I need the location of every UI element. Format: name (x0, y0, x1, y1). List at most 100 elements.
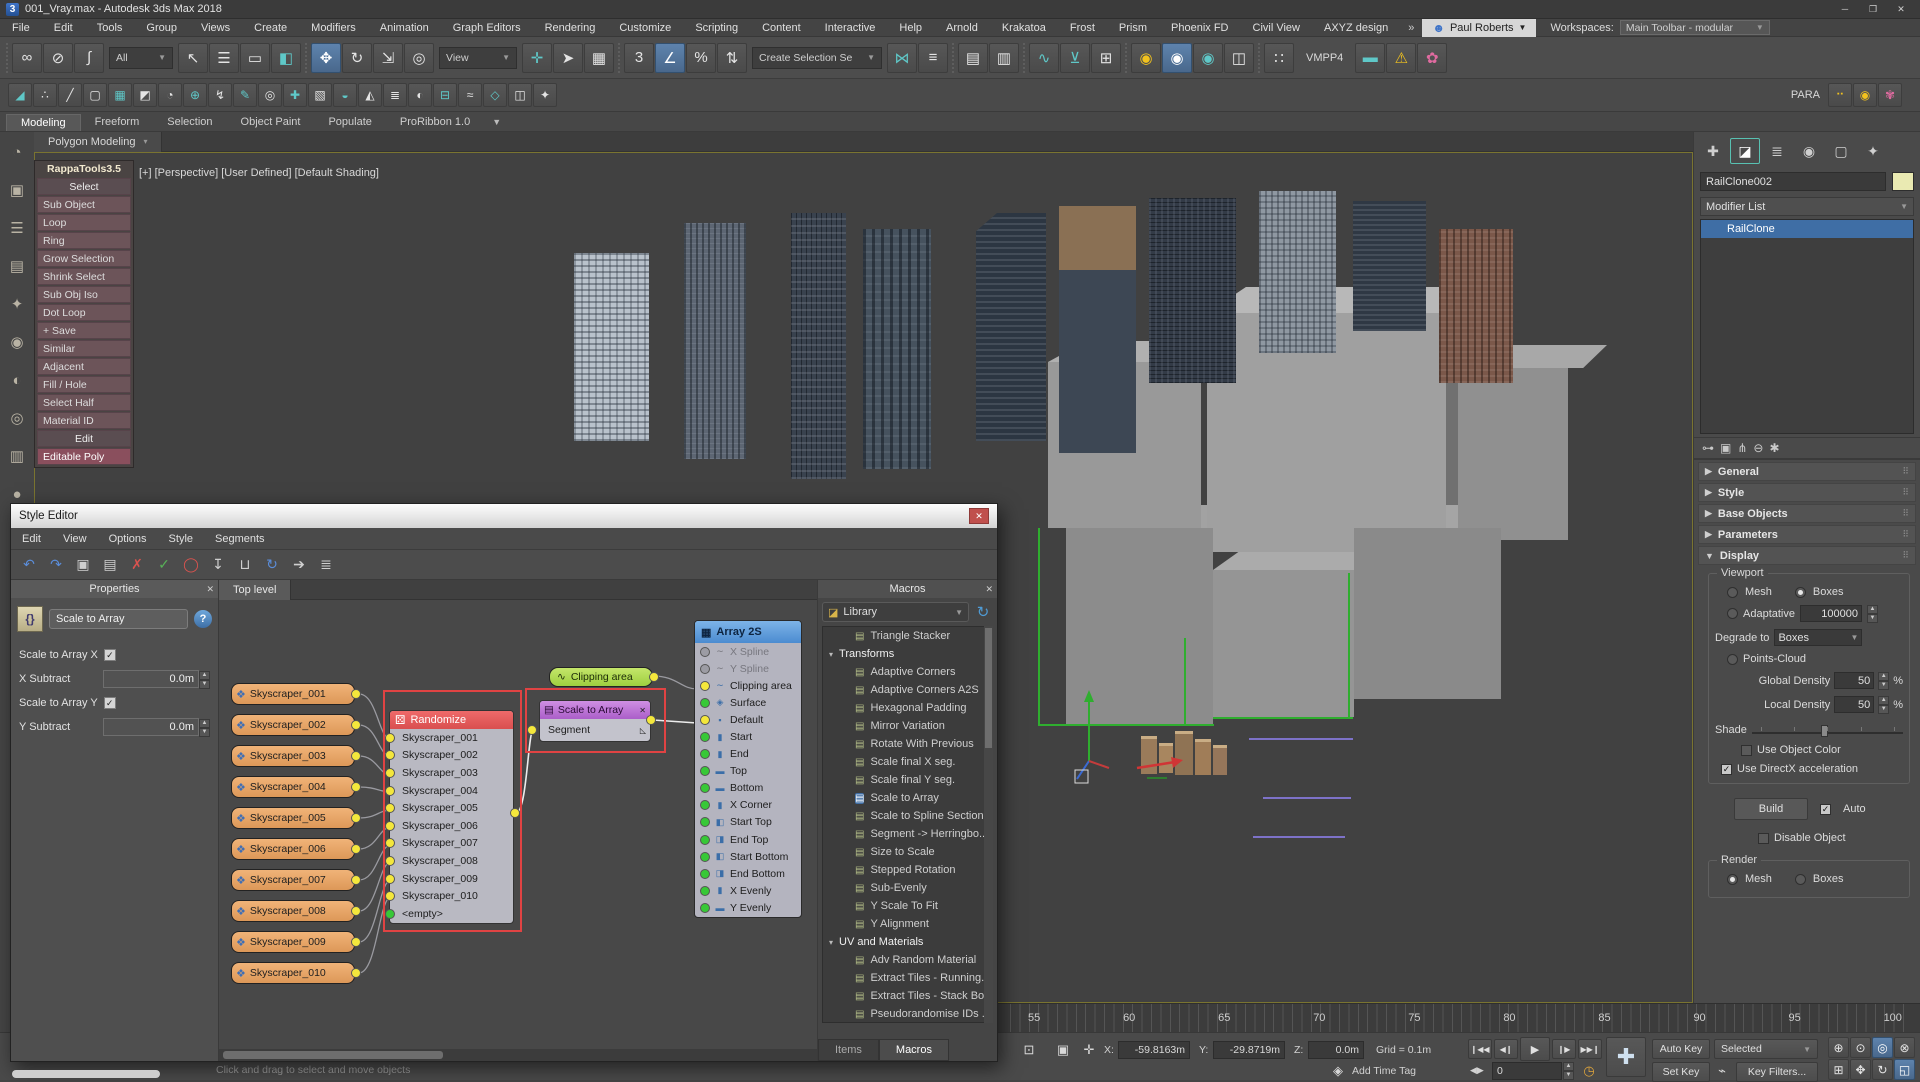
toolbar-icon[interactable]: ∞ (12, 43, 42, 73)
para-icon[interactable]: ◉ (1853, 83, 1877, 107)
railclone-box[interactable] (1354, 528, 1501, 699)
rappatools-button[interactable]: Grow Selection (37, 250, 131, 267)
play-button[interactable]: ▶ (1520, 1037, 1550, 1061)
segment-source-node[interactable]: ❖ Skyscraper_010 (231, 962, 355, 984)
menu-item[interactable]: File (0, 22, 42, 34)
skyscraper-model[interactable] (976, 213, 1046, 441)
ribbon-tool-icon[interactable]: ╱ (58, 83, 82, 107)
toolbar-icon[interactable]: ✛ (522, 43, 552, 73)
input-port[interactable] (700, 800, 710, 810)
command-panel-tab[interactable]: ◉ (1794, 138, 1824, 164)
left-strip-icon[interactable]: ▣ (4, 178, 30, 202)
stack-tool-icon[interactable]: ⊶ (1702, 441, 1714, 455)
canvas-scrollbar[interactable] (219, 1049, 817, 1061)
input-port[interactable] (700, 852, 710, 862)
macro-list-item[interactable]: ▤ Adaptive Corners (823, 663, 992, 681)
toolbar-icon[interactable]: ∷ (1264, 43, 1294, 73)
input-port[interactable] (700, 766, 710, 776)
rappatools-button[interactable]: Dot Loop (37, 304, 131, 321)
next-frame-button[interactable]: ❙▶ (1552, 1039, 1576, 1059)
stack-tool-icon[interactable]: ⊖ (1753, 441, 1763, 455)
viewport-nav-icon[interactable]: ◱ (1894, 1059, 1915, 1080)
key-brush-icon[interactable]: ⌁ (1714, 1060, 1730, 1082)
menu-item[interactable]: Krakatoa (990, 22, 1058, 34)
input-port[interactable] (700, 869, 710, 879)
ribbon-tool-icon[interactable]: ✚ (283, 83, 307, 107)
style-editor-tool-icon[interactable]: ↻ (260, 553, 284, 577)
ribbon-tool-icon[interactable]: ◐ (408, 83, 432, 107)
horizontal-scrollbar[interactable] (12, 1070, 160, 1078)
ribbon-tool-icon[interactable]: ≈ (458, 83, 482, 107)
segment-source-node[interactable]: ❖ Skyscraper_002 (231, 714, 355, 736)
minimize-button[interactable]: ─ (1832, 2, 1858, 17)
output-port[interactable] (351, 875, 361, 885)
ribbon-tool-icon[interactable]: ↯ (208, 83, 232, 107)
toolbar-icon[interactable]: ▦ (584, 43, 614, 73)
rappatools-button[interactable]: Fill / Hole (37, 376, 131, 393)
key-filters-button[interactable]: Key Filters... (1736, 1062, 1818, 1082)
menu-item[interactable]: Frost (1058, 22, 1107, 34)
render-icon[interactable]: ◫ (1224, 43, 1254, 73)
menu-item[interactable]: Graph Editors (441, 22, 533, 34)
render-boxes-radio[interactable] (1795, 874, 1806, 885)
macro-list-item[interactable]: ▤ Rotate With Previous (823, 735, 992, 753)
left-strip-icon[interactable]: ▥ (4, 444, 30, 468)
close-icon[interactable]: ✕ (985, 584, 993, 595)
toolbar-icon[interactable]: ↖ (178, 43, 208, 73)
input-port[interactable] (700, 647, 710, 657)
frame-step-arrows[interactable]: ◀▶ (1470, 1065, 1484, 1076)
auto-key-button[interactable]: Auto Key (1652, 1039, 1710, 1059)
macro-list-item[interactable]: ▤ Scale final Y seg. (823, 771, 992, 789)
snap-icon[interactable]: % (686, 43, 716, 73)
ribbon-tool-icon[interactable]: ◎ (258, 83, 282, 107)
viewport-nav-icon[interactable]: ⊕ (1828, 1037, 1849, 1058)
stack-tool-icon[interactable]: ▣ (1720, 441, 1731, 455)
segment-source-node[interactable]: ❖ Skyscraper_007 (231, 869, 355, 891)
style-editor-menu-item[interactable]: View (52, 533, 98, 545)
menu-item[interactable]: Scripting (683, 22, 750, 34)
points-cloud-radio[interactable] (1727, 654, 1738, 665)
toolbar-icon[interactable]: ▬ (1355, 43, 1385, 73)
transform-tool-icon[interactable]: ⇲ (373, 43, 403, 73)
rollout-header[interactable]: ▶ Base Objects ⠿ (1698, 504, 1916, 523)
skyscraper-model[interactable] (1259, 191, 1336, 353)
menu-item[interactable]: Group (134, 22, 189, 34)
left-strip-icon[interactable]: ✦ (4, 292, 30, 316)
menu-overflow-chevron[interactable]: » (1400, 22, 1422, 34)
menu-item[interactable]: Phoenix FD (1159, 22, 1240, 34)
ribbon-tool-icon[interactable]: ◇ (483, 83, 507, 107)
time-ruler[interactable]: 556065707580859095100 (1010, 1004, 1906, 1033)
menu-item[interactable]: Interactive (813, 22, 888, 34)
input-port[interactable] (700, 715, 710, 725)
skyscraper-model[interactable] (1439, 229, 1513, 383)
toolbar-icon[interactable]: ⊘ (43, 43, 73, 73)
spinner-arrows[interactable]: ▲▼ (1867, 605, 1878, 622)
railclone-box[interactable] (1458, 368, 1568, 540)
ribbon-tool-icon[interactable]: ▦ (108, 83, 132, 107)
skyscraper-model[interactable] (791, 213, 846, 479)
output-port[interactable] (351, 906, 361, 916)
menu-item[interactable]: Tools (85, 22, 135, 34)
macros-panel-tab[interactable]: Items (818, 1039, 879, 1061)
toolbar-icon[interactable]: ∫ (74, 43, 104, 73)
ribbon-tool-icon[interactable]: ◭ (358, 83, 382, 107)
rollout-header[interactable]: ▶ Parameters ⠿ (1698, 525, 1916, 544)
modifier-list-dropdown[interactable]: Modifier List ▼ (1700, 197, 1914, 216)
use-object-color-checkbox[interactable] (1741, 745, 1752, 756)
modifier-stack[interactable]: RailClone (1700, 219, 1914, 434)
macro-list-item[interactable]: ▤ Y Scale To Fit (823, 897, 992, 915)
x-coordinate-field[interactable]: -59.8163m (1118, 1041, 1190, 1059)
ribbon-tool-icon[interactable]: ▧ (308, 83, 332, 107)
adaptative-field[interactable]: 100000 (1800, 605, 1862, 622)
style-editor-tool-icon[interactable]: ≣ (314, 553, 338, 577)
macro-list-item[interactable]: ▤ Pseudorandomise IDs ... (823, 1005, 992, 1023)
ribbon-tool-icon[interactable]: ◢ (8, 83, 32, 107)
skyscraper-model[interactable] (863, 229, 931, 469)
style-editor-tool-icon[interactable]: ↶ (17, 553, 41, 577)
input-port[interactable] (700, 783, 710, 793)
left-strip-icon[interactable]: ▤ (4, 254, 30, 278)
maximize-button[interactable]: ❒ (1860, 2, 1886, 17)
style-editor-menu-item[interactable]: Options (98, 533, 158, 545)
menu-item[interactable]: Customize (607, 22, 683, 34)
macro-list-item[interactable]: ▤ Adv Random Material (823, 951, 992, 969)
